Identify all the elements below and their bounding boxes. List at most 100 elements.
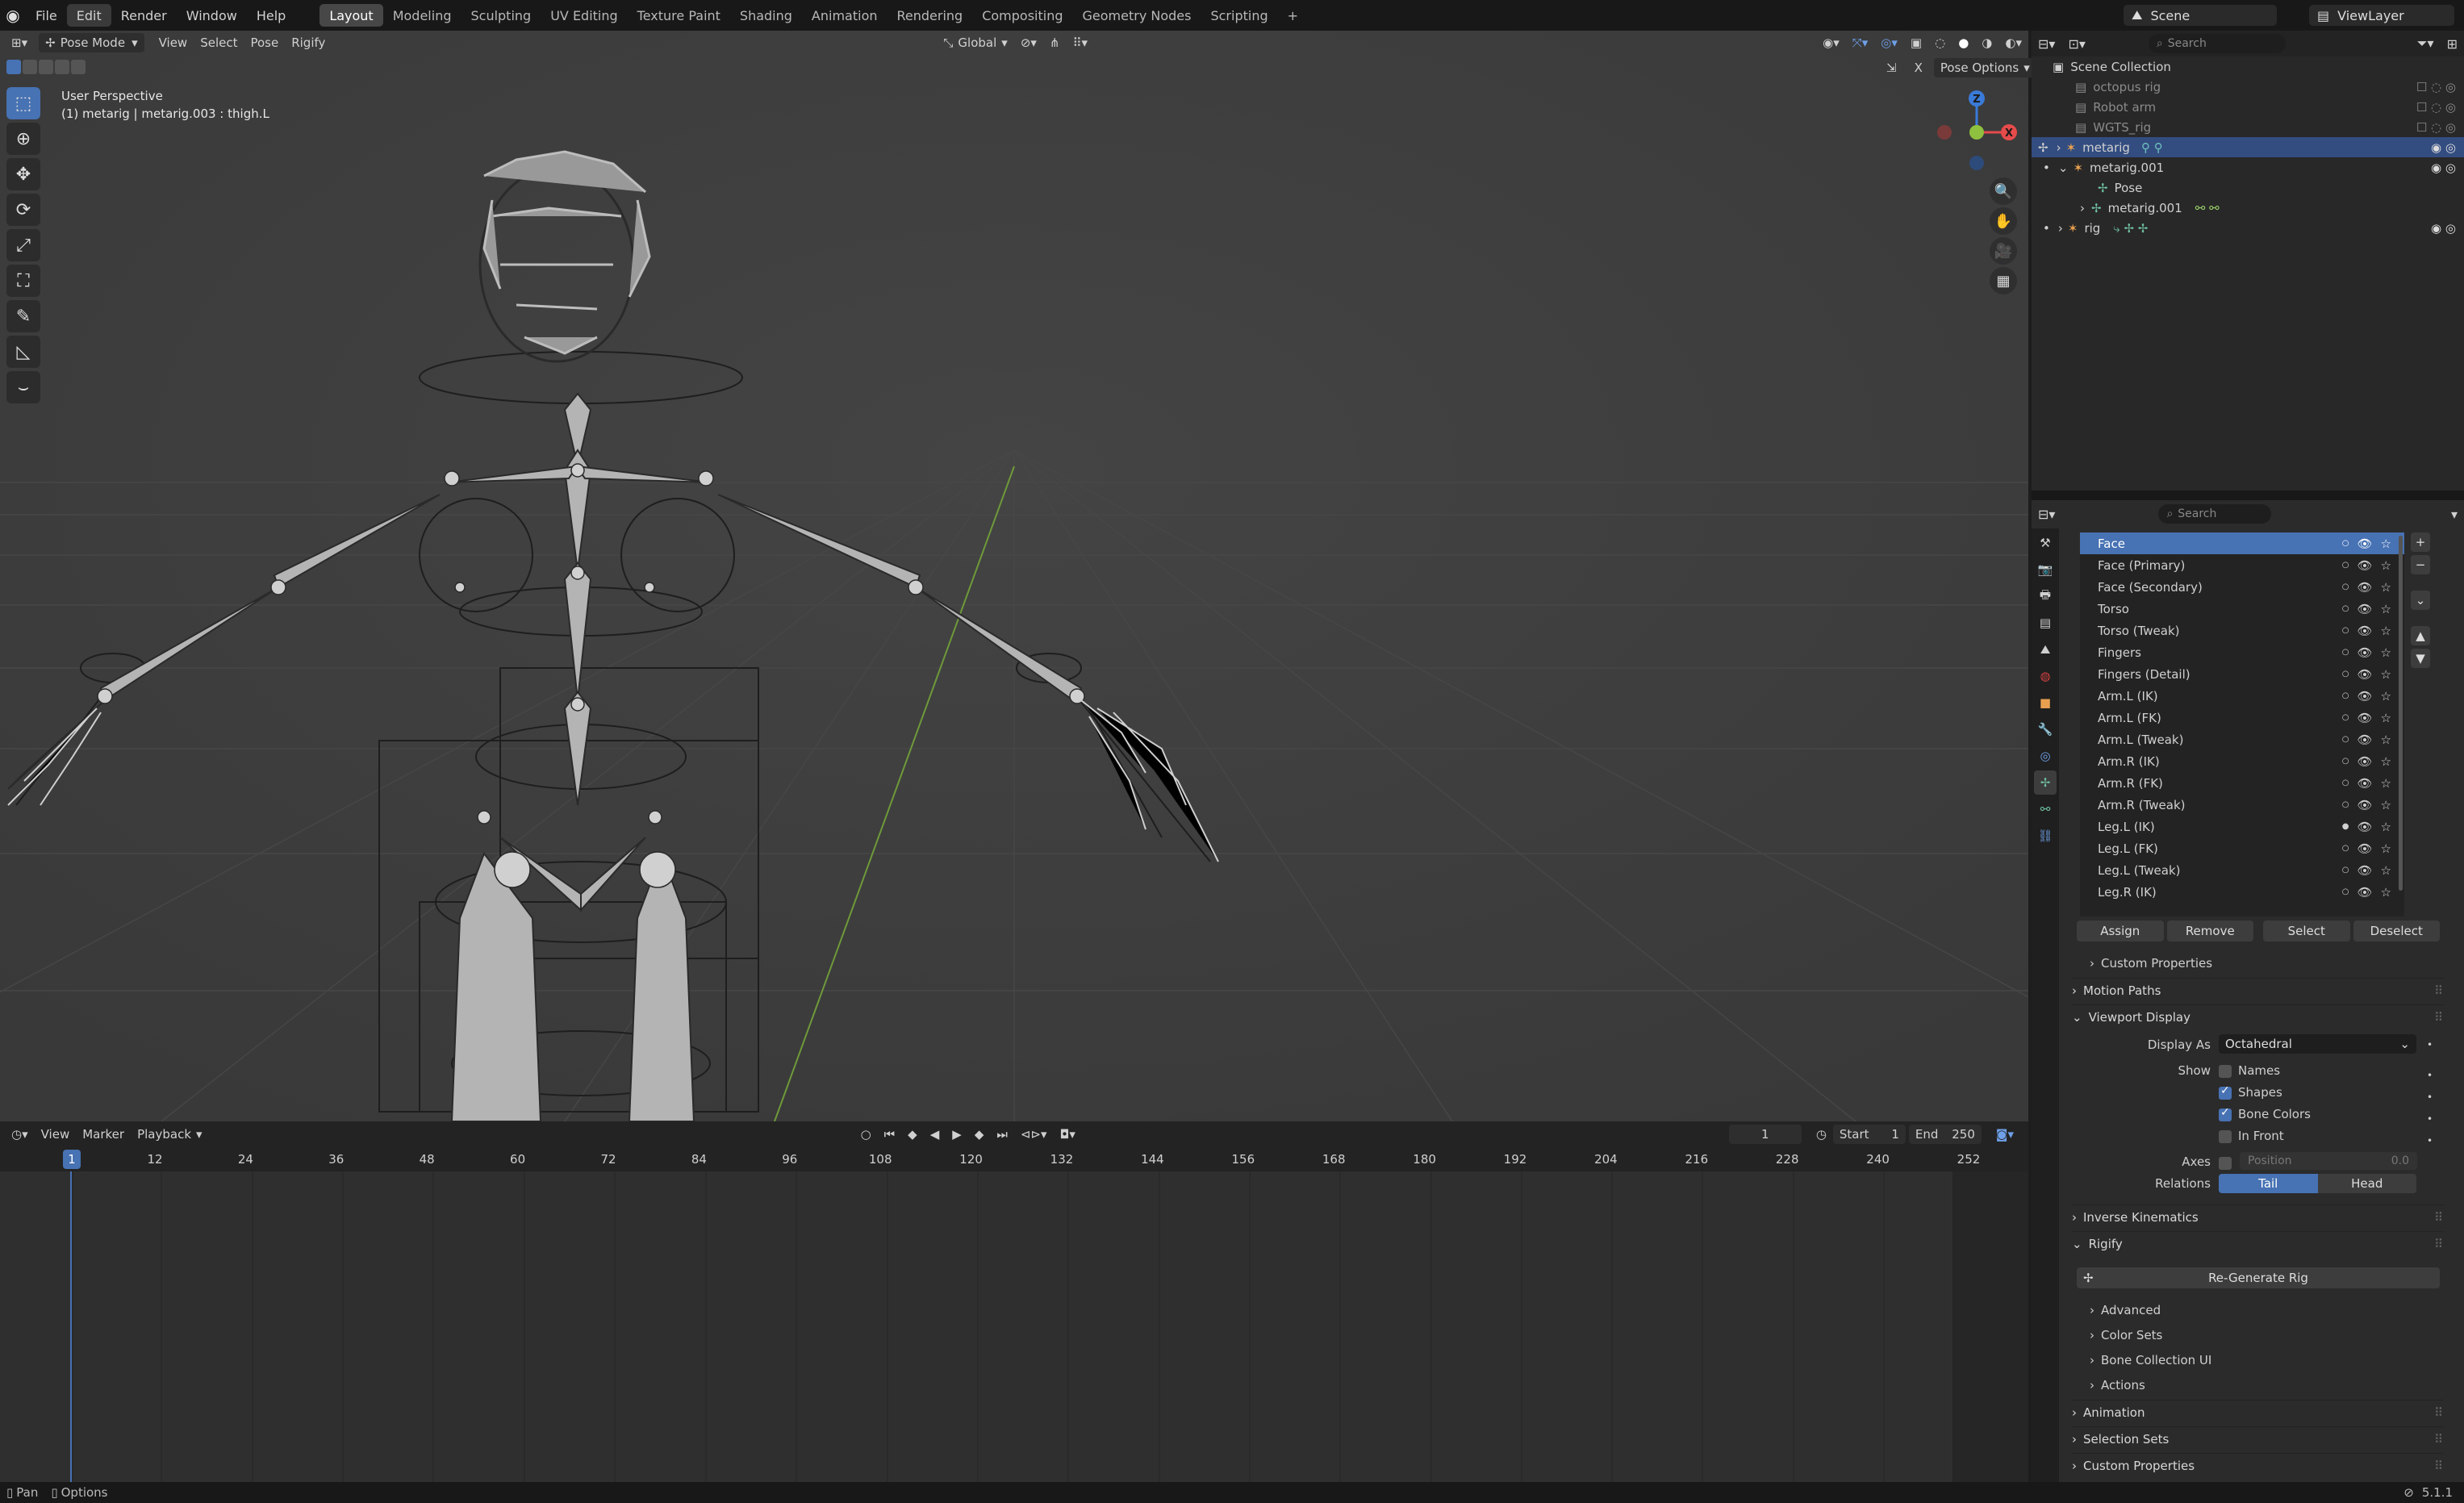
eye-icon[interactable]: 👁 [2358,754,2373,769]
solo-star-icon[interactable]: ☆ [2381,798,2391,812]
drag-handle-icon[interactable]: ⠿ [2434,1432,2443,1447]
eye-icon[interactable]: 👁 [2358,863,2373,878]
measure-tool-icon[interactable]: ◺ [6,336,40,368]
outliner-search-input[interactable]: ⌕ Search [2148,34,2286,53]
solo-star-icon[interactable]: ☆ [2381,776,2391,791]
workspace-tab-rendering[interactable]: Rendering [887,4,973,27]
display-as-dropdown[interactable]: Octahedral ⌄ [2219,1034,2416,1054]
eye-icon[interactable]: 👁 [2358,733,2373,747]
workspace-tab-layout[interactable]: Layout [319,4,383,27]
menu-pose[interactable]: Pose [244,33,285,52]
outliner-row-pose[interactable]: ✢ Pose [2032,177,2464,198]
end-frame-field[interactable]: End 250 [1908,1125,1982,1144]
navigation-gizmo[interactable]: X Z [1928,84,2025,181]
bone-colors-checkbox[interactable]: Bone Colors [2219,1106,2311,1121]
transform-affect-icon[interactable]: ⇲ [1880,58,1903,77]
visibility-toggles[interactable]: ☐ ◌ ◎ [2416,120,2456,135]
actions-subpanel[interactable]: › Actions [2090,1374,2429,1397]
blender-logo-icon[interactable]: ◉ [0,0,26,31]
timeline-editor[interactable] [0,1121,2028,1482]
solo-star-icon[interactable]: ☆ [2381,754,2391,769]
mirror-x-icon[interactable]: X [1908,58,1929,77]
ortho-grid-icon[interactable]: ▦ [1990,267,2017,294]
axes-position-field[interactable]: Position 0.0 [2240,1152,2417,1170]
bone-collection-ui-subpanel[interactable]: › Bone Collection UI [2090,1349,2429,1371]
menu-render[interactable]: Render [111,4,177,27]
solo-star-icon[interactable]: ☆ [2381,602,2391,616]
gizmo-neg-x-axis[interactable] [1937,125,1952,140]
workspace-tab-compositing[interactable]: Compositing [972,4,1072,27]
solo-star-icon[interactable]: ☆ [2381,711,2391,725]
add-workspace-button[interactable]: + [1278,4,1308,27]
snap-icon[interactable]: ⋔ [1043,33,1067,52]
shading-material-icon[interactable]: ◑ [1975,33,1998,52]
eye-icon[interactable]: 👁 [2358,624,2373,638]
specials-menu-icon[interactable]: ⌄ [2411,591,2430,610]
bone-collection-row[interactable]: Leg.R (IK) ○ 👁 ☆ [2080,881,2404,903]
bone-collection-row[interactable]: Face ○ 👁 ☆ [2080,532,2404,554]
custom-properties-subpanel[interactable]: › Custom Properties [2090,952,2429,975]
scene-tab-icon[interactable]: ⛰ [2034,637,2057,662]
workspace-tab-texture-paint[interactable]: Texture Paint [628,4,730,27]
overlay-icon[interactable]: ◎▾ [1874,33,1904,52]
selection-sets-panel[interactable]: › Selection Sets ⠿ [2072,1426,2443,1451]
jump-end-icon[interactable]: ⏭ [990,1125,1014,1144]
timeline-view-icon[interactable]: ◙▾ [1990,1125,2020,1144]
viewport-display-panel[interactable]: ⌄ Viewport Display ⠿ [2072,1004,2443,1029]
drag-handle-icon[interactable]: ⠿ [2434,983,2443,998]
shading-wire-icon[interactable]: ◌ [1928,33,1952,52]
bone-collection-row[interactable]: Leg.L (FK) ○ 👁 ☆ [2080,837,2404,859]
add-collection-icon[interactable]: + [2411,532,2430,552]
visibility-toggles[interactable]: ◉ ◎ [2431,140,2456,155]
render-tab-icon[interactable]: 📷 [2034,557,2057,582]
relax-pose-tool-icon[interactable]: ⌣ [6,371,40,403]
auto-keying-icon[interactable]: ◘▾ [1054,1125,1082,1144]
outliner-row-metarig-001[interactable]: • ⌄ ✶ metarig.001 ◉ ◎ [2032,157,2464,177]
bone-collection-row[interactable]: Fingers (Detail) ○ 👁 ☆ [2080,663,2404,685]
view-layer-tab-icon[interactable]: ▤ [2034,611,2057,635]
record-icon[interactable]: ○ [854,1125,878,1144]
new-collection-icon[interactable]: ⊞ [2441,34,2464,53]
animate-dot-icon[interactable]: • [2427,1039,2433,1050]
object-tab-icon[interactable]: ■ [2034,691,2057,715]
solo-star-icon[interactable]: ☆ [2381,580,2391,595]
timeline-menu-playback[interactable]: Playback ▾ [131,1125,208,1144]
list-scrollbar[interactable] [2399,536,2403,891]
eye-icon[interactable]: 👁 [2358,602,2373,616]
regenerate-rig-button[interactable]: ✢ Re-Generate Rig [2077,1267,2440,1288]
bone-collection-row[interactable]: Face (Primary) ○ 👁 ☆ [2080,554,2404,576]
bone-collection-row[interactable]: Fingers ○ 👁 ☆ [2080,641,2404,663]
gizmo-y-axis[interactable] [1969,125,1984,140]
bone-collection-row[interactable]: Arm.R (FK) ○ 👁 ☆ [2080,772,2404,794]
custom-properties-panel[interactable]: › Custom Properties ⠿ [2072,1453,2443,1477]
playhead[interactable]: 1 [63,1150,81,1169]
move-up-icon[interactable]: ▲ [2411,626,2430,645]
solo-star-icon[interactable]: ☆ [2381,885,2391,900]
solo-star-icon[interactable]: ☆ [2381,667,2391,682]
preview-range-icon[interactable]: ◷ [1810,1125,1833,1144]
visibility-toggles[interactable]: ☐ ◌ ◎ [2416,80,2456,94]
eye-icon[interactable]: 👁 [2358,885,2373,900]
bone-collection-row[interactable]: Leg.L (IK) ● 👁 ☆ [2080,816,2404,837]
eye-icon[interactable]: 👁 [2358,776,2373,791]
menu-edit[interactable]: Edit [66,4,111,27]
menu-rigify[interactable]: Rigify [285,33,332,52]
rotate-tool-icon[interactable]: ⟳ [6,194,40,226]
visibility-toggles[interactable]: ◉ ◎ [2431,221,2456,236]
outliner-row-rig[interactable]: • › ✶ rig ⤷ ✢ ✢ ◉ ◎ [2032,218,2464,238]
shapes-checkbox[interactable]: Shapes [2219,1084,2282,1100]
outliner-row-metarig[interactable]: ✢ › ✶ metarig ⚲ ⚲ ◉ ◎ [2032,137,2464,157]
bone-collection-row[interactable]: Arm.R (Tweak) ○ 👁 ☆ [2080,794,2404,816]
move-down-icon[interactable]: ▼ [2411,649,2430,668]
bone-tab-icon[interactable]: ⚯ [2034,797,2057,821]
outliner-row-wgts-rig[interactable]: ▤ WGTS_rig ☐ ◌ ◎ [2032,117,2464,137]
bone-collection-row[interactable]: Leg.L (Tweak) ○ 👁 ☆ [2080,859,2404,881]
timeline-ruler[interactable]: 1 12 24 36 48 60 72 84 96 108 120 132 144 156 168 180 1… [0,1147,2028,1171]
workspace-tab-animation[interactable]: Animation [802,4,887,27]
xray-icon[interactable]: ▣ [1904,33,1928,52]
menu-window[interactable]: Window [177,4,247,27]
select-box-tool-icon[interactable]: ⬚ [6,87,40,119]
scene-selector[interactable]: ⛰ Scene [2124,5,2277,26]
workspace-tab-shading[interactable]: Shading [730,4,802,27]
menu-select[interactable]: Select [194,33,244,52]
